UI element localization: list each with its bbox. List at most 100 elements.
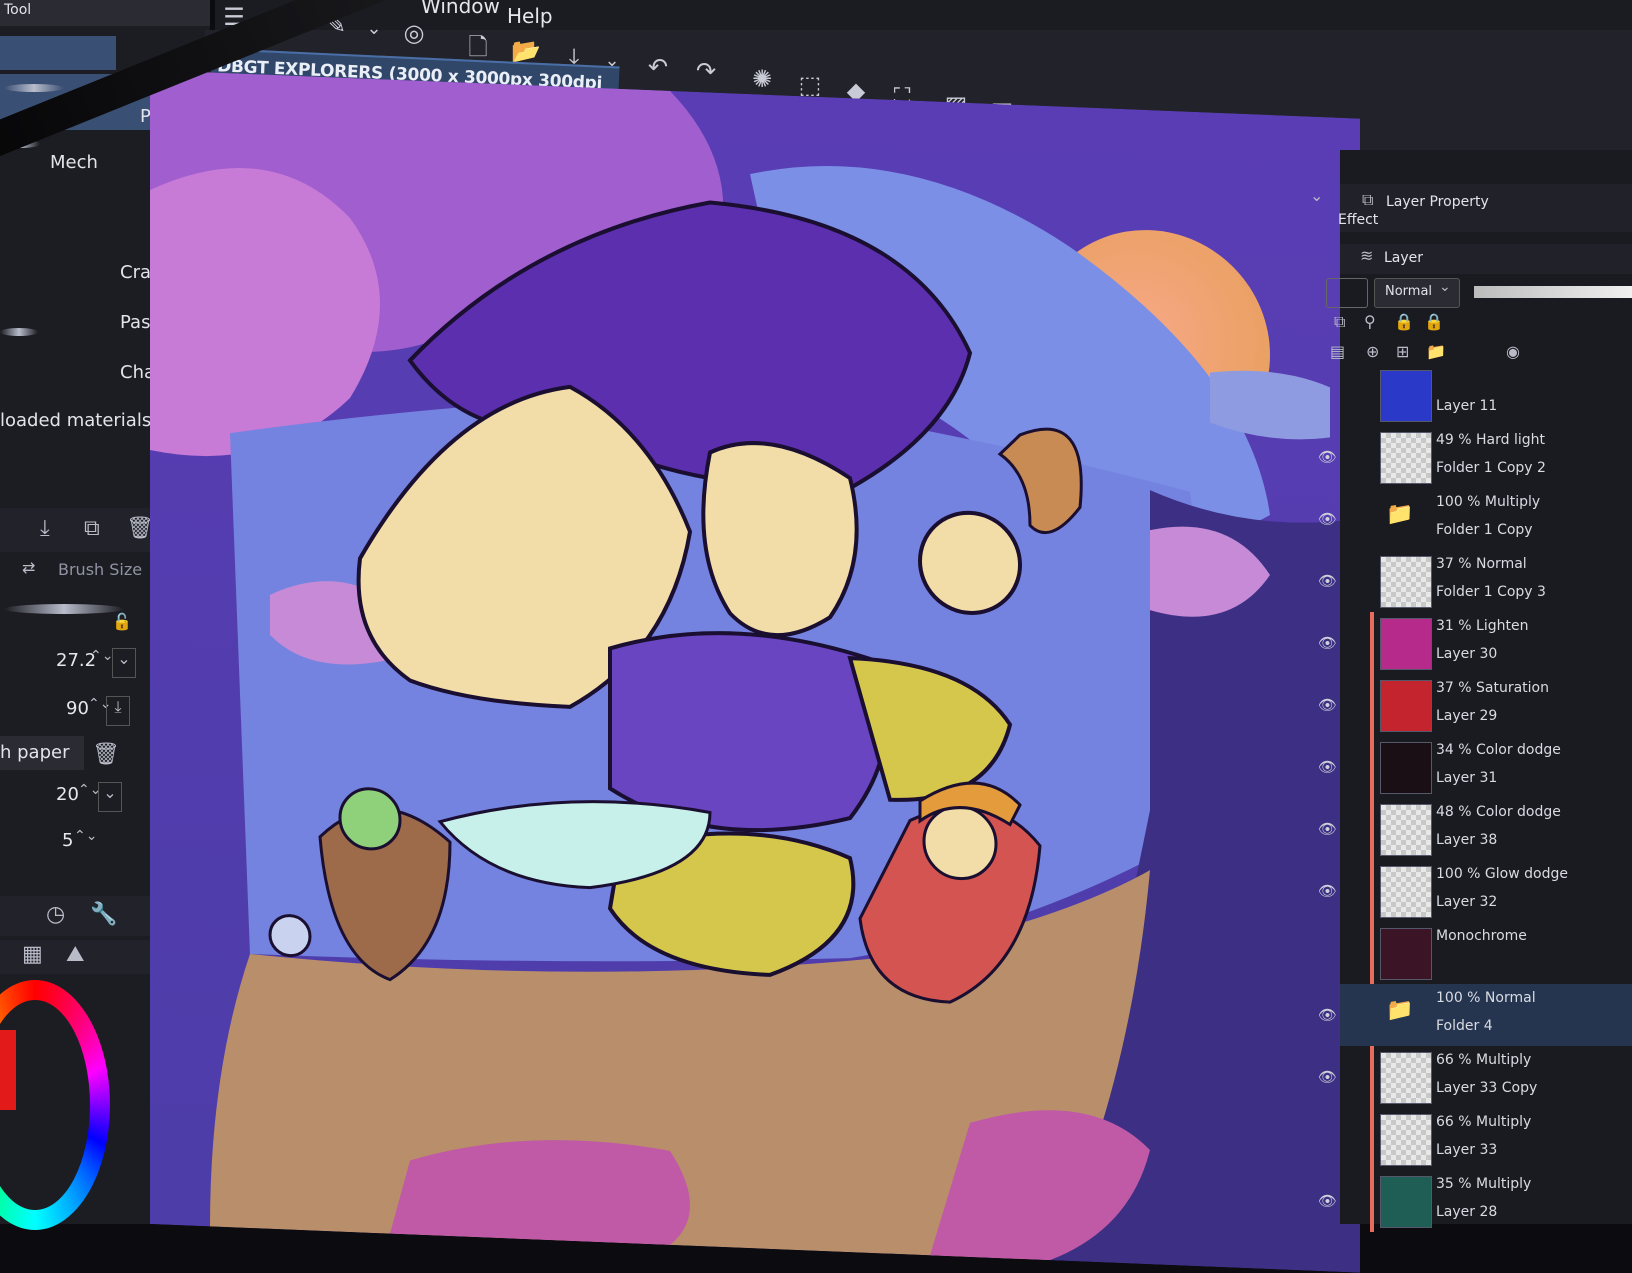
- layer-blend-mode: 37 % Saturation: [1436, 680, 1549, 696]
- texture-density-value: 20: [56, 784, 79, 805]
- layer-color-select[interactable]: [1326, 278, 1368, 308]
- chevron-down-icon[interactable]: ⌄: [1310, 186, 1323, 205]
- color-wheel[interactable]: [0, 980, 110, 1230]
- link-icon[interactable]: ⇄: [22, 558, 35, 577]
- chevron-down-icon[interactable]: ⌄: [357, 12, 391, 46]
- mask-icon[interactable]: ◉: [1506, 342, 1520, 361]
- clip-indicator: [1370, 860, 1374, 922]
- paper-texture-field[interactable]: h paper: [0, 736, 84, 770]
- eye-icon[interactable]: 👁: [1318, 510, 1337, 528]
- stepper-icon[interactable]: ⌃⌄: [74, 828, 97, 844]
- lock-transparency-icon[interactable]: 🔒: [1394, 312, 1414, 331]
- color-set-icon[interactable]: ▦: [22, 942, 43, 967]
- expand-icon[interactable]: ⌄: [112, 648, 136, 678]
- eye-icon[interactable]: 👁: [1318, 572, 1337, 590]
- layer-name: Layer 11: [1436, 398, 1498, 414]
- copy-icon[interactable]: ⧉: [84, 516, 100, 541]
- clip-indicator: [1370, 1046, 1374, 1108]
- layer-name: Layer 29: [1436, 708, 1498, 724]
- layer-row[interactable]: 👁 66 % Multiply Layer 33 Copy: [1318, 1046, 1632, 1108]
- layer-thumbnail: [1380, 432, 1432, 484]
- layer-blend-mode: 66 % Multiply: [1436, 1052, 1532, 1068]
- swirl-icon[interactable]: ◎: [397, 16, 431, 50]
- layer-thumbnail: [1380, 928, 1432, 980]
- menu-window[interactable]: Window: [421, 0, 500, 18]
- clock-icon[interactable]: ◷: [46, 902, 65, 927]
- expand-icon[interactable]: ⌄: [98, 782, 122, 812]
- layer-row[interactable]: 👁 100 % Glow dodge Layer 32: [1318, 860, 1632, 922]
- lock-icon[interactable]: 🔒: [1424, 312, 1444, 331]
- tool-panel-header: Tool: [0, 0, 210, 26]
- layer-name: Layer 33: [1436, 1142, 1498, 1158]
- layer-row[interactable]: 66 % Multiply Layer 33: [1340, 1108, 1632, 1170]
- layer-blend-mode: 49 % Hard light: [1436, 432, 1545, 448]
- brush-size-label: Brush Size: [58, 560, 143, 579]
- layer-thumbnail: [1380, 680, 1432, 732]
- color-square[interactable]: [0, 1030, 16, 1110]
- new-layer-icon[interactable]: ⊕: [1366, 342, 1379, 361]
- blend-mode-select[interactable]: Normal ⌄: [1374, 278, 1460, 308]
- layer-row[interactable]: Monochrome: [1340, 922, 1632, 984]
- new-vector-layer-icon[interactable]: ⊞: [1396, 342, 1409, 361]
- opacity-field[interactable]: 90 ⌃⌄ ⤓: [0, 692, 140, 728]
- layer-row[interactable]: 👁 📁 100 % Normal Folder 4: [1318, 984, 1632, 1046]
- brush-stroke-preview: [0, 328, 38, 336]
- stabilization-field[interactable]: 5 ⌃⌄: [0, 826, 130, 862]
- artwork: [150, 70, 1360, 1273]
- eye-icon[interactable]: 👁: [1318, 1192, 1337, 1210]
- eye-icon[interactable]: 👁: [1318, 448, 1337, 466]
- opacity-slider[interactable]: [1474, 286, 1632, 298]
- brush-size-field[interactable]: 27.2 ⌃⌄ ⌄: [0, 644, 140, 680]
- trash-icon[interactable]: 🗑: [92, 742, 120, 767]
- texture-density-field[interactable]: 20 ⌃⌄ ⌄: [0, 780, 130, 816]
- layer-row[interactable]: 👁 37 % Normal Folder 1 Copy 3: [1318, 550, 1632, 612]
- layer-list: Layer 11 👁 49 % Hard light Folder 1 Copy 2 👁…: [1318, 364, 1632, 1232]
- menu-help[interactable]: Help: [507, 4, 553, 28]
- eye-icon[interactable]: 👁: [1318, 634, 1337, 652]
- layers-icon: ≋: [1360, 246, 1374, 265]
- layer-name: Layer 33 Copy: [1436, 1080, 1538, 1096]
- layer-thumbnail: 📁: [1386, 998, 1414, 1023]
- clip-icon[interactable]: ⧉: [1334, 312, 1345, 332]
- brush-category-tab[interactable]: [0, 36, 116, 70]
- layer-row[interactable]: 👁 31 % Lighten Layer 30: [1318, 612, 1632, 674]
- layer-blend-mode: 35 % Multiply: [1436, 1176, 1532, 1192]
- eye-icon[interactable]: 👁: [1318, 1006, 1337, 1024]
- lock-icon[interactable]: 🔓: [112, 612, 132, 631]
- layer-name: Layer 38: [1436, 832, 1498, 848]
- layer-row[interactable]: 👁 49 % Hard light Folder 1 Copy 2: [1318, 426, 1632, 488]
- drawing-canvas[interactable]: [150, 70, 1360, 1273]
- layer-row[interactable]: 👁 📁 100 % Multiply Folder 1 Copy: [1318, 488, 1632, 550]
- layer-row[interactable]: 👁 35 % Multiply Layer 28: [1318, 1170, 1632, 1232]
- wrench-icon[interactable]: 🔧: [90, 902, 117, 927]
- eye-icon[interactable]: 👁: [1318, 820, 1337, 838]
- layer-row[interactable]: 👁 37 % Saturation Layer 29: [1318, 674, 1632, 736]
- layer-blend-mode: 100 % Normal: [1436, 990, 1536, 1006]
- layer-row[interactable]: 👁 48 % Color dodge Layer 38: [1318, 798, 1632, 860]
- download-icon[interactable]: ⤓: [106, 696, 130, 726]
- eye-icon[interactable]: 👁: [1318, 696, 1337, 714]
- brush-stroke-preview: [4, 84, 64, 92]
- clip-indicator: [1370, 922, 1374, 984]
- eye-icon[interactable]: 👁: [1318, 1068, 1337, 1086]
- layer-row[interactable]: Layer 11: [1340, 364, 1632, 426]
- undo-icon[interactable]: ↶: [641, 50, 675, 84]
- eye-icon[interactable]: 👁: [1318, 758, 1337, 776]
- reference-icon[interactable]: ⚲: [1364, 312, 1376, 331]
- tool-panel-title: Tool: [4, 2, 32, 18]
- layer-blend-mode: 100 % Glow dodge: [1436, 866, 1568, 882]
- brush-label-mech: Mech: [50, 152, 98, 173]
- redo-icon[interactable]: ↷: [689, 54, 723, 88]
- stabilization-value: 5: [62, 830, 74, 851]
- clip-indicator: [1370, 798, 1374, 860]
- layer-list-icon[interactable]: ▤: [1330, 342, 1345, 361]
- loading-spinner-icon[interactable]: ✺: [745, 62, 779, 96]
- download-icon[interactable]: ⤓: [40, 516, 50, 541]
- layer-row[interactable]: 👁 34 % Color dodge Layer 31: [1318, 736, 1632, 798]
- trunks-face: [338, 787, 402, 851]
- stepper-icon[interactable]: ⌃⌄: [90, 648, 113, 664]
- new-folder-icon[interactable]: 📁: [1426, 342, 1446, 361]
- eye-icon[interactable]: 👁: [1318, 882, 1337, 900]
- mountain-icon[interactable]: ⛰: [66, 942, 84, 967]
- layer-name: Folder 1 Copy 3: [1436, 584, 1546, 600]
